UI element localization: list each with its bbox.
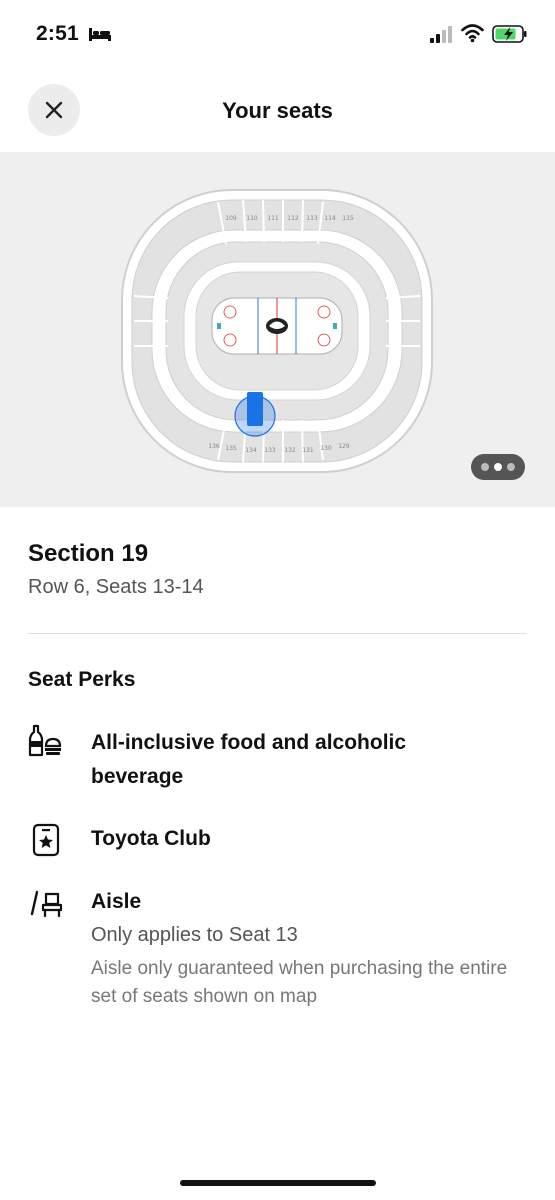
perk-title: Aisle [91,890,142,913]
section-label: 113 [306,215,318,222]
perk-note: Aisle only guaranteed when purchasing th… [91,958,508,1007]
pager-dot-active[interactable] [494,463,502,471]
battery-charging-icon [492,25,527,43]
section-label: 115 [342,215,354,222]
arena-map[interactable]: 109 110 111 112 113 114 115 136 135 134 … [118,186,436,476]
section-label: 132 [284,447,296,454]
section-label: 129 [338,443,350,450]
section-label: 130 [320,445,332,452]
header: Your seats [0,70,555,152]
status-time: 2:51 [36,22,79,45]
section-label: 135 [225,445,237,452]
pager-dot[interactable] [481,463,489,471]
pager-dot[interactable] [507,463,515,471]
cellular-signal-icon [430,26,452,43]
seat-details: Row 6, Seats 13-14 [28,576,204,598]
divider [28,633,527,634]
section-label: 131 [302,447,314,454]
perks-heading: Seat Perks [28,668,136,691]
perk-title: Toyota Club [91,827,211,850]
wifi-icon [461,24,484,43]
food-drink-icon [28,724,62,757]
page-title: Your seats [222,98,333,123]
section-label: 114 [324,215,336,222]
map-pager[interactable] [471,454,525,480]
home-indicator[interactable] [180,1180,376,1186]
aisle-seat-icon [30,890,63,918]
section-label: 133 [264,447,276,454]
status-bar: 2:51 [0,0,555,70]
perk-title: All-inclusive food and alcoholic beverag… [91,731,407,788]
section-label: 111 [267,215,279,222]
section-label: 134 [245,447,257,454]
perk-subtitle: Only applies to Seat 13 [91,924,298,946]
section-label: 136 [208,443,220,450]
section-title: Section 19 [28,540,149,567]
bed-icon [89,28,111,41]
seat-map[interactable]: 109 110 111 112 113 114 115 136 135 134 … [0,152,555,507]
section-label: 110 [246,215,258,222]
section-label: 112 [287,215,299,222]
section-label: 109 [225,215,237,222]
club-badge-icon [32,823,60,857]
